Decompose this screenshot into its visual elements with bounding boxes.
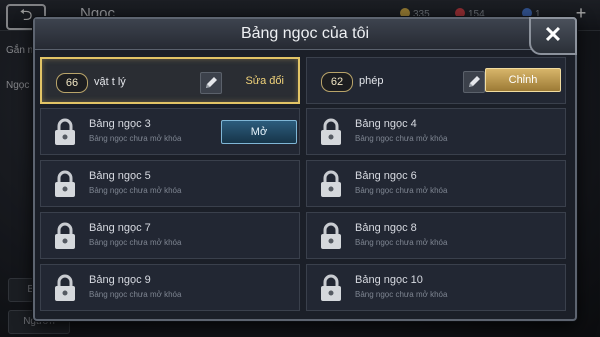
slot-subtitle: Bảng ngọc chưa mở khóa [89, 186, 182, 195]
lock-icon [55, 170, 75, 197]
lock-icon [55, 118, 75, 145]
slot-subtitle: Bảng ngọc chưa mở khóa [355, 134, 448, 143]
slot-title: Bảng ngọc 9 [89, 274, 151, 286]
slot-title: Bảng ngọc 4 [355, 118, 417, 130]
slot-title: Bảng ngọc 5 [89, 170, 151, 182]
lock-icon [55, 222, 75, 249]
lock-icon [321, 170, 341, 197]
rune-slot-4[interactable]: Bảng ngọc 4 Bảng ngọc chưa mở khóa [306, 108, 566, 155]
rune-page-dialog: Bảng ngọc của tôi ✕ 66 vật t lý Sửa đổi … [33, 17, 577, 321]
dialog-title: Bảng ngọc của tôi [35, 19, 575, 50]
slot-title: Bảng ngọc 10 [355, 274, 423, 286]
edit-button[interactable]: Sửa đổi [245, 75, 284, 87]
close-button[interactable]: ✕ [529, 17, 577, 55]
slot-subtitle: Bảng ngọc chưa mở khóa [355, 186, 448, 195]
slot-name: vật t lý [94, 76, 126, 88]
points-badge: 66 [56, 73, 88, 93]
slot-title: Bảng ngọc 6 [355, 170, 417, 182]
adjust-button[interactable]: Chỉnh [485, 68, 561, 92]
rune-slot-6[interactable]: Bảng ngọc 6 Bảng ngọc chưa mở khóa [306, 160, 566, 207]
lock-icon [321, 222, 341, 249]
rune-slot-2[interactable]: 62 phép Chỉnh [306, 57, 566, 104]
rune-slot-7[interactable]: Bảng ngọc 7 Bảng ngọc chưa mở khóa [40, 212, 300, 259]
points-badge: 62 [321, 72, 353, 92]
slot-subtitle: Bảng ngọc chưa mở khóa [355, 238, 448, 247]
pencil-icon[interactable] [463, 71, 485, 93]
slot-subtitle: Bảng ngọc chưa mở khóa [89, 238, 182, 247]
slot-title: Bảng ngọc 8 [355, 222, 417, 234]
lock-icon [321, 118, 341, 145]
slot-title: Bảng ngọc 3 [89, 118, 151, 130]
lock-icon [55, 274, 75, 301]
rune-slot-5[interactable]: Bảng ngọc 5 Bảng ngọc chưa mở khóa [40, 160, 300, 207]
lock-icon [321, 274, 341, 301]
unlock-button[interactable]: Mở [221, 120, 297, 144]
rune-slot-3[interactable]: Bảng ngọc 3 Bảng ngọc chưa mở khóa Mở [40, 108, 300, 155]
slot-name: phép [359, 75, 384, 87]
slot-subtitle: Bảng ngọc chưa mở khóa [89, 290, 182, 299]
slot-subtitle: Bảng ngọc chưa mở khóa [355, 290, 448, 299]
rune-slot-8[interactable]: Bảng ngọc 8 Bảng ngọc chưa mở khóa [306, 212, 566, 259]
slot-title: Bảng ngọc 7 [89, 222, 151, 234]
slot-subtitle: Bảng ngọc chưa mở khóa [89, 134, 182, 143]
rune-slot-1[interactable]: 66 vật t lý Sửa đổi [40, 57, 300, 104]
rune-slot-10[interactable]: Bảng ngọc 10 Bảng ngọc chưa mở khóa [306, 264, 566, 311]
rune-slot-9[interactable]: Bảng ngọc 9 Bảng ngọc chưa mở khóa [40, 264, 300, 311]
pencil-icon[interactable] [200, 72, 222, 94]
